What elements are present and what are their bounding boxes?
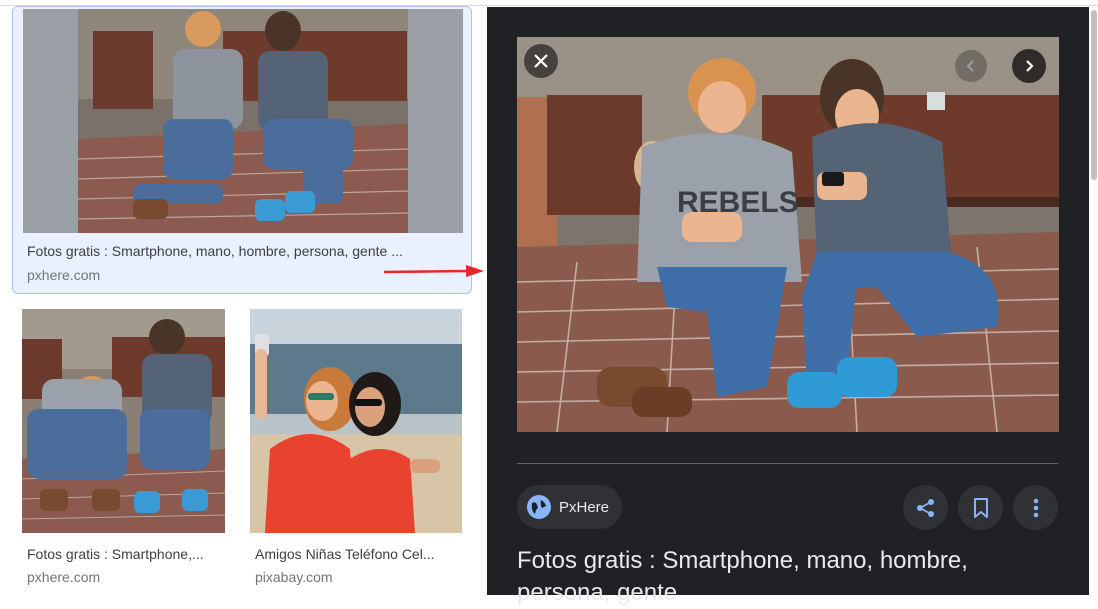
result-thumbnail-1[interactable] xyxy=(23,9,463,233)
close-icon xyxy=(534,54,548,68)
close-button[interactable] xyxy=(524,44,558,78)
boys-phones-large-image: REBELS xyxy=(517,37,1059,432)
image-preview-panel: REBELS PxHere Fotos gratis: Smartphone,… xyxy=(487,7,1089,606)
share-button[interactable] xyxy=(903,485,948,530)
result-source-3: pixabay.com xyxy=(255,569,333,585)
result-title-1[interactable]: Fotos gratis : Smartphone, mano, hombre,… xyxy=(27,243,459,259)
result-source-1: pxhere.com xyxy=(27,267,101,283)
globe-icon xyxy=(527,495,551,519)
source-chip[interactable]: PxHere xyxy=(517,485,622,529)
more-options-button[interactable] xyxy=(1013,485,1058,530)
result-thumbnail-2[interactable] xyxy=(22,309,225,533)
chevron-left-icon xyxy=(966,60,974,72)
bookmark-icon xyxy=(973,497,988,518)
share-icon xyxy=(916,498,934,517)
result-title-2[interactable]: Fotos gratis : Smartphone,... xyxy=(27,546,225,562)
source-name: PxHere xyxy=(559,498,610,516)
more-vert-icon xyxy=(1033,498,1038,517)
boys-phones-image xyxy=(23,9,463,233)
chevron-right-icon xyxy=(1026,60,1034,72)
next-image-button[interactable] xyxy=(1012,49,1046,83)
girls-selfie-image xyxy=(250,309,462,533)
preview-title[interactable]: Fotos gratis : Smartphone, mano, hombre,… xyxy=(517,545,1057,609)
scrollbar-thumb[interactable] xyxy=(1091,10,1097,180)
result-source-2: pxhere.com xyxy=(27,569,101,585)
annotation-arrow xyxy=(383,265,484,277)
result-card-1[interactable]: Fotos gratis : Smartphone, mano, hombre,… xyxy=(12,6,472,294)
save-button[interactable] xyxy=(958,485,1003,530)
preview-image[interactable]: REBELS xyxy=(517,37,1059,432)
previous-image-button[interactable] xyxy=(955,50,987,82)
boys-phones-image-2 xyxy=(22,309,225,533)
result-title-3[interactable]: Amigos Niñas Teléfono Cel... xyxy=(255,546,462,562)
panel-divider xyxy=(517,463,1058,464)
result-thumbnail-3[interactable] xyxy=(250,309,462,533)
